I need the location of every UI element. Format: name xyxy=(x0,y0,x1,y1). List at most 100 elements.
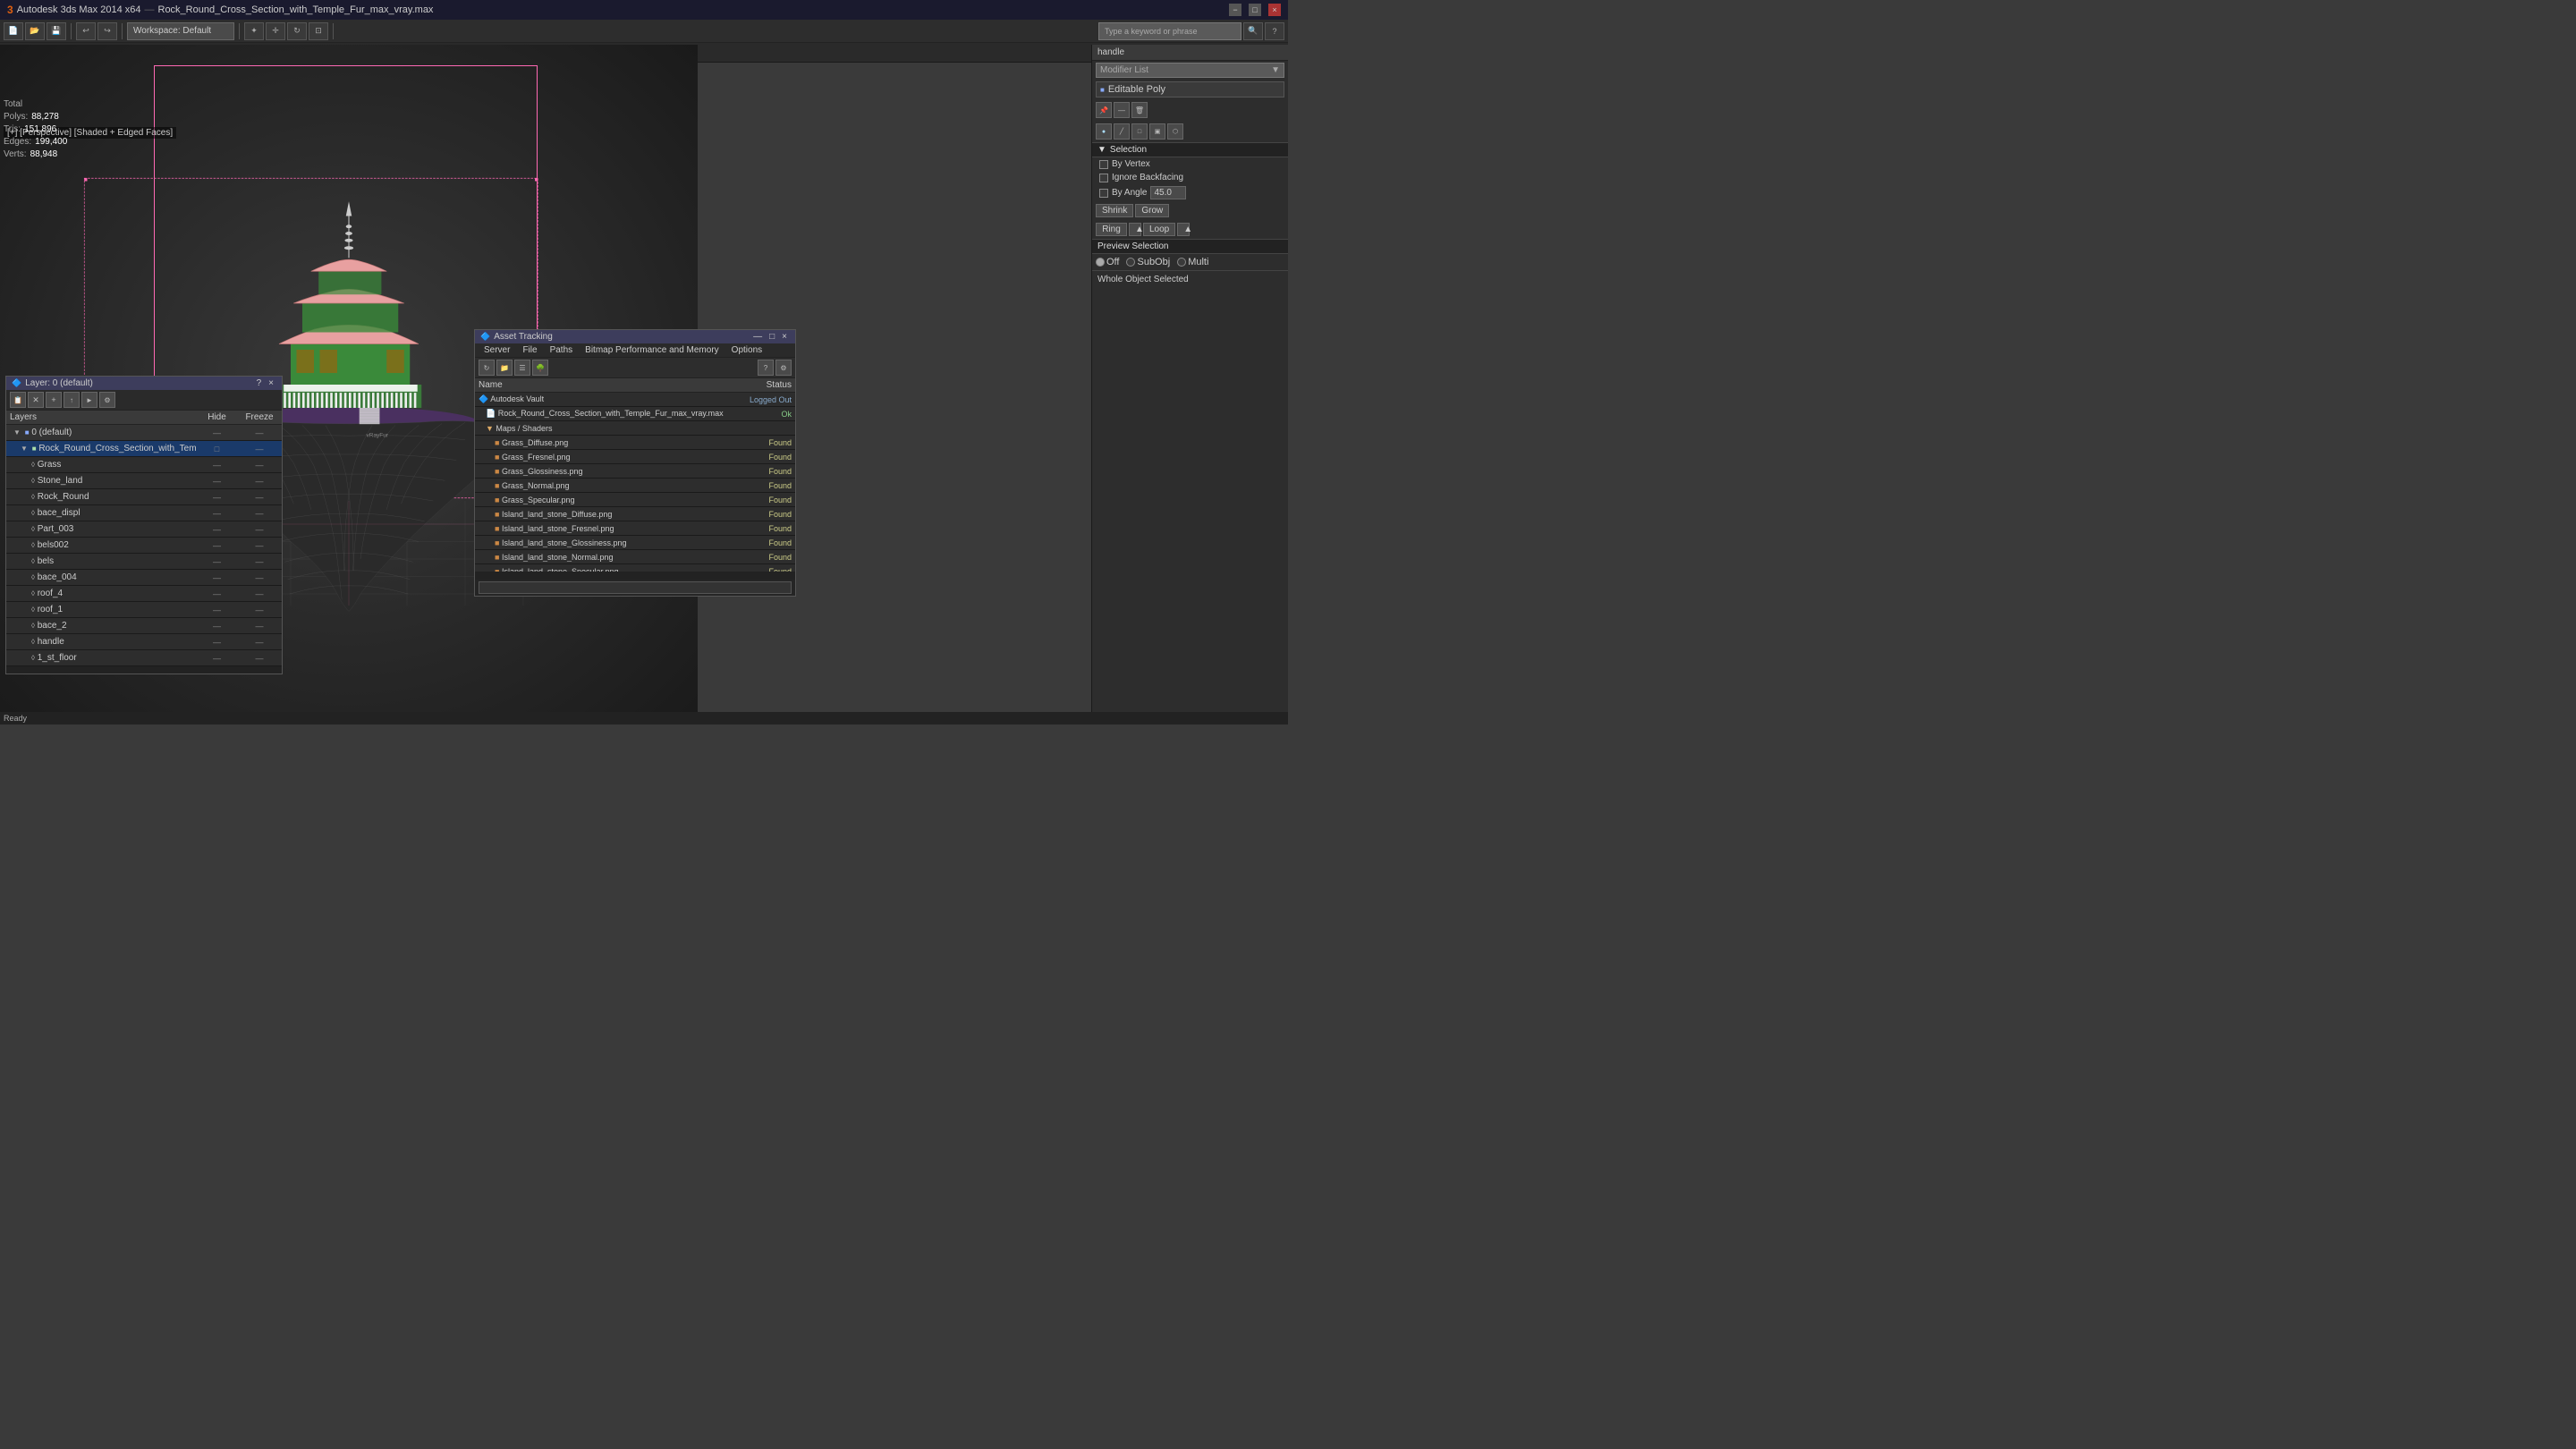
layer-freeze-bace004[interactable]: — xyxy=(237,573,282,582)
maximize-button[interactable]: □ xyxy=(1249,4,1261,16)
close-button[interactable]: × xyxy=(1268,4,1281,16)
asset-row-grass-gloss[interactable]: ■ Grass_Glossiness.png Found xyxy=(475,464,795,479)
move-button[interactable]: ✛ xyxy=(266,22,285,40)
layer-row-rock2[interactable]: ◊ Rock_Round — — xyxy=(6,489,282,505)
minimize-button[interactable]: − xyxy=(1229,4,1241,16)
new-button[interactable]: 📄 xyxy=(4,22,23,40)
by-angle-checkbox[interactable] xyxy=(1099,189,1108,198)
select-button[interactable]: ✦ xyxy=(244,22,264,40)
layer-hide-bace004[interactable]: — xyxy=(197,573,237,582)
edge-icon[interactable]: ╱ xyxy=(1114,123,1130,140)
layer-row-bace2[interactable]: ◊ bace_2 — — xyxy=(6,618,282,634)
grow-button[interactable]: Grow xyxy=(1135,204,1169,217)
asset-row-island-spec[interactable]: ■ Island_land_stone_Specular.png Found xyxy=(475,564,795,572)
asset-menu-bitmap[interactable]: Bitmap Performance and Memory xyxy=(580,344,724,356)
layer-hide-bace2[interactable]: — xyxy=(197,622,237,631)
layer-freeze-bels[interactable]: — xyxy=(237,557,282,566)
layer-freeze-roof4[interactable]: — xyxy=(237,589,282,598)
element-icon[interactable]: ⬡ xyxy=(1167,123,1183,140)
editable-poly-item[interactable]: ■ Editable Poly xyxy=(1096,81,1284,97)
layer-freeze-part003[interactable]: — xyxy=(237,525,282,534)
layer-row-grass[interactable]: ◊ Grass — — xyxy=(6,457,282,473)
border-icon[interactable]: □ xyxy=(1131,123,1148,140)
layer-new-button[interactable]: 📋 xyxy=(10,392,26,408)
by-vertex-checkbox[interactable] xyxy=(1099,160,1108,169)
layer-row-handle[interactable]: ◊ handle — — xyxy=(6,634,282,650)
ignore-backfacing-checkbox[interactable] xyxy=(1099,174,1108,182)
workspace-selector[interactable]: Workspace: Default xyxy=(127,22,234,40)
asset-menu-paths[interactable]: Paths xyxy=(545,344,579,356)
layer-move-up-button[interactable]: ↑ xyxy=(64,392,80,408)
layer-hide-floor1[interactable]: — xyxy=(197,654,237,663)
layer-hide-rock[interactable]: □ xyxy=(197,445,237,453)
layer-hide-bace[interactable]: — xyxy=(197,509,237,518)
shrink-button[interactable]: Shrink xyxy=(1096,204,1133,217)
help-button[interactable]: ? xyxy=(1265,22,1284,40)
asset-row-vault[interactable]: 🔷 Autodesk Vault Logged Out xyxy=(475,393,795,407)
open-button[interactable]: 📂 xyxy=(25,22,45,40)
asset-menu-file[interactable]: File xyxy=(517,344,542,356)
ring-arrow-btn[interactable]: ▲ xyxy=(1129,223,1141,236)
layer-freeze-default[interactable]: — xyxy=(237,428,282,437)
vertex-icon[interactable]: ● xyxy=(1096,123,1112,140)
layer-freeze-handle[interactable]: — xyxy=(237,638,282,647)
layer-row-bace-displ[interactable]: ◊ bace_displ — — xyxy=(6,505,282,521)
loop-button[interactable]: Loop xyxy=(1143,223,1175,236)
layer-hide-roof4[interactable]: — xyxy=(197,589,237,598)
undo-button[interactable]: ↩ xyxy=(76,22,96,40)
layer-scroll-horizontal[interactable] xyxy=(6,666,282,674)
layer-help-button[interactable]: ? xyxy=(254,378,265,388)
loop-arrow-btn[interactable]: ▲ xyxy=(1177,223,1190,236)
asset-row-grass-normal[interactable]: ■ Grass_Normal.png Found xyxy=(475,479,795,493)
asset-maximize-button[interactable]: □ xyxy=(767,332,777,342)
layer-hide-grass[interactable]: — xyxy=(197,461,237,470)
asset-row-grass-spec[interactable]: ■ Grass_Specular.png Found xyxy=(475,493,795,507)
subobj-radio[interactable] xyxy=(1126,258,1135,267)
layer-move-sel-button[interactable]: ► xyxy=(81,392,97,408)
layer-hide-bels[interactable]: — xyxy=(197,557,237,566)
search-input[interactable]: Type a keyword or phrase xyxy=(1098,22,1241,40)
layer-hide-roof1[interactable]: — xyxy=(197,606,237,614)
layer-freeze-bace2[interactable]: — xyxy=(237,622,282,631)
asset-resolve-button[interactable]: 📁 xyxy=(496,360,513,376)
asset-row-grass-fresnel[interactable]: ■ Grass_Fresnel.png Found xyxy=(475,450,795,464)
layer-freeze-bels002[interactable]: — xyxy=(237,541,282,550)
off-radio[interactable] xyxy=(1096,258,1105,267)
pin-icon[interactable]: 📌 xyxy=(1096,102,1112,118)
layer-hide-default[interactable]: — xyxy=(197,428,237,437)
asset-row-island-normal[interactable]: ■ Island_land_stone_Normal.png Found xyxy=(475,550,795,564)
asset-menu-server[interactable]: Server xyxy=(479,344,515,356)
ring-button[interactable]: Ring xyxy=(1096,223,1127,236)
asset-settings-button[interactable]: ⚙ xyxy=(775,360,792,376)
layer-freeze-floor1[interactable]: — xyxy=(237,654,282,663)
layer-row-bels[interactable]: ◊ bels — — xyxy=(6,554,282,570)
asset-minimize-button[interactable]: — xyxy=(750,332,765,342)
asset-row-grass-diff[interactable]: ■ Grass_Diffuse.png Found xyxy=(475,436,795,450)
save-button[interactable]: 💾 xyxy=(47,22,66,40)
layer-row-bels002[interactable]: ◊ bels002 — — xyxy=(6,538,282,554)
asset-path-input[interactable] xyxy=(479,581,792,594)
redo-button[interactable]: ↪ xyxy=(97,22,117,40)
asset-help-button[interactable]: ? xyxy=(758,360,774,376)
layer-add-button[interactable]: + xyxy=(46,392,62,408)
unpin-icon[interactable]: — xyxy=(1114,102,1130,118)
layer-freeze-rock[interactable]: — xyxy=(237,445,282,453)
layer-hide-part003[interactable]: — xyxy=(197,525,237,534)
layer-hide-rock2[interactable]: — xyxy=(197,493,237,502)
layer-row-rock-round[interactable]: ▼ ■ Rock_Round_Cross_Section_with_Temple… xyxy=(6,441,282,457)
layer-row-roof1[interactable]: ◊ roof_1 — — xyxy=(6,602,282,618)
asset-menu-options[interactable]: Options xyxy=(726,344,767,356)
delete-icon[interactable]: 🗑 xyxy=(1131,102,1148,118)
multi-radio[interactable] xyxy=(1177,258,1186,267)
modifier-list[interactable]: Modifier List ▼ xyxy=(1096,63,1284,78)
layer-close-button[interactable]: × xyxy=(266,378,276,388)
polygon-icon[interactable]: ▣ xyxy=(1149,123,1165,140)
layer-settings-button[interactable]: ⚙ xyxy=(99,392,115,408)
asset-list-button[interactable]: ☰ xyxy=(514,360,530,376)
layer-row-default[interactable]: ▼ ■ 0 (default) — — xyxy=(6,425,282,441)
layer-row-stone[interactable]: ◊ Stone_land — — xyxy=(6,473,282,489)
asset-scroll-horizontal[interactable] xyxy=(475,572,795,579)
layer-freeze-stone[interactable]: — xyxy=(237,477,282,486)
layer-freeze-roof1[interactable]: — xyxy=(237,606,282,614)
asset-row-island-gloss[interactable]: ■ Island_land_stone_Glossiness.png Found xyxy=(475,536,795,550)
